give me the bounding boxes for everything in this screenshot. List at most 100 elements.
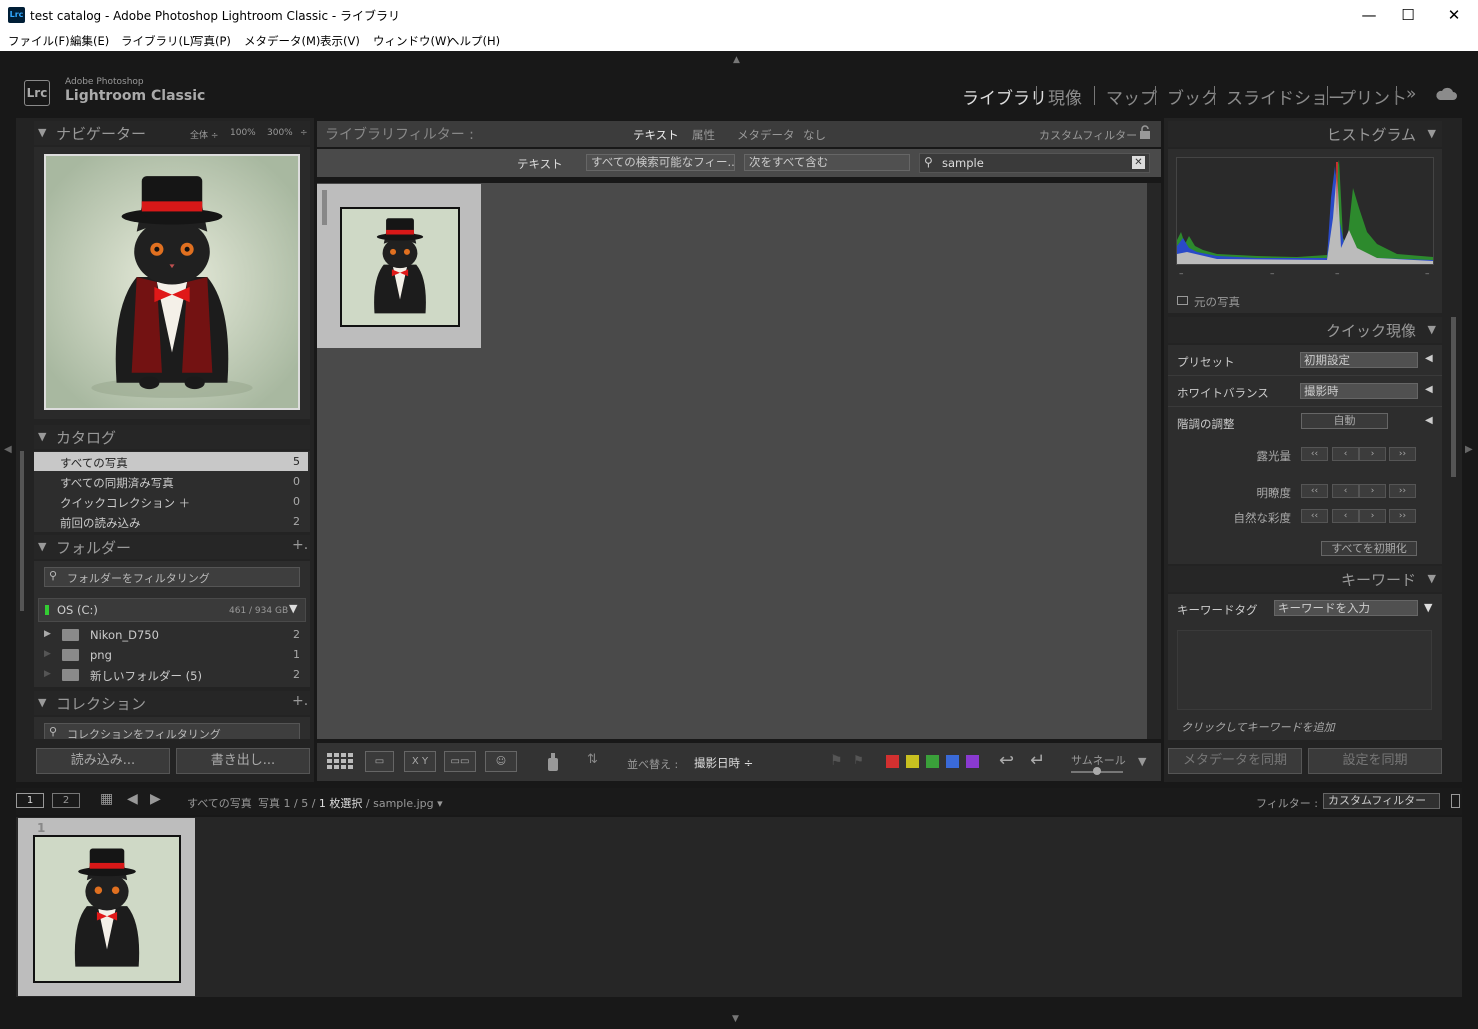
collapse-triangle-icon[interactable]: ▼ xyxy=(38,430,46,443)
import-button[interactable]: 読み込み... xyxy=(36,748,170,774)
zoom-fit[interactable]: 全体 ÷ xyxy=(190,128,218,141)
folder-filter-input[interactable]: ⚲ フォルダーをフィルタリング xyxy=(44,567,300,587)
clarity-decrease-large[interactable]: ‹‹ xyxy=(1301,484,1328,498)
menu-edit[interactable]: 編集(E) xyxy=(70,33,109,49)
color-label-purple[interactable] xyxy=(966,755,979,768)
navigator-header[interactable]: ▼ ナビゲーター 全体 ÷ 100% 300% ÷ xyxy=(34,121,310,145)
add-keyword-hint[interactable]: クリックしてキーワードを追加 xyxy=(1181,719,1335,735)
grid-icon[interactable]: ▦ xyxy=(100,791,113,807)
preset-select[interactable]: 初期設定 xyxy=(1300,352,1418,368)
folder-row[interactable]: ▶ png 1 xyxy=(34,645,308,664)
filmstrip-source[interactable]: すべての写真 xyxy=(187,795,252,811)
folders-header[interactable]: ▼ フォルダー +. xyxy=(34,535,310,559)
survey-view-icon[interactable]: ▭▭ xyxy=(444,751,476,772)
compare-view-icon[interactable]: X Y xyxy=(404,751,436,772)
catalog-header[interactable]: ▼ カタログ xyxy=(34,425,310,449)
zoom-100[interactable]: 100% xyxy=(230,128,256,138)
search-field-select[interactable]: すべての検索可能なフィー... ÷ xyxy=(586,154,735,171)
color-label-blue[interactable] xyxy=(946,755,959,768)
collapse-triangle-icon[interactable]: ▼ xyxy=(1428,127,1436,140)
clarity-decrease[interactable]: ‹ xyxy=(1332,484,1359,498)
vibrance-increase-large[interactable]: ›› xyxy=(1389,509,1416,523)
reject-flag-icon[interactable]: ⚑ xyxy=(853,753,864,767)
collapse-left-arrow-icon[interactable]: ◀ xyxy=(4,444,12,455)
menu-help[interactable]: ヘルプ(H) xyxy=(448,33,500,49)
grid-thumbnail[interactable] xyxy=(340,207,460,327)
toolbar-menu-icon[interactable]: ▼ xyxy=(1138,755,1146,768)
catalog-row[interactable]: クイックコレクション ＋ 0 xyxy=(34,492,308,511)
color-label-green[interactable] xyxy=(926,755,939,768)
back-arrow-icon[interactable]: ◀ xyxy=(127,791,138,807)
text-search-input[interactable]: ⚲ sample ✕ xyxy=(919,153,1150,173)
lock-icon[interactable] xyxy=(1139,125,1151,140)
keywording-header[interactable]: キーワード ▼ xyxy=(1168,566,1442,592)
disclosure-left-icon[interactable]: ◀ xyxy=(1425,415,1433,426)
rotate-left-icon[interactable]: ↩ xyxy=(999,750,1014,771)
export-button[interactable]: 書き出し... xyxy=(176,748,310,774)
wb-select[interactable]: 撮影時 xyxy=(1300,383,1418,399)
keyword-menu-icon[interactable]: ▼ xyxy=(1424,601,1432,614)
search-rule-select[interactable]: 次をすべて含む xyxy=(744,154,910,171)
collapse-triangle-icon[interactable]: ▼ xyxy=(1428,572,1436,585)
add-collection-icon[interactable]: +. xyxy=(292,693,308,709)
grid-cell-selected[interactable] xyxy=(317,184,481,348)
sync-settings-button[interactable]: 設定を同期 xyxy=(1308,748,1442,774)
exposure-increase-large[interactable]: ›› xyxy=(1389,447,1416,461)
filter-tab-metadata[interactable]: メタデータ xyxy=(737,127,795,143)
slider-thumb[interactable] xyxy=(1093,767,1101,775)
people-view-icon[interactable]: ☺ xyxy=(485,751,517,772)
collapse-triangle-icon[interactable]: ▼ xyxy=(38,696,46,709)
folder-row[interactable]: ▶ Nikon_D750 2 xyxy=(34,625,308,644)
expand-arrow-icon[interactable]: ▶ xyxy=(44,649,51,659)
volume-row[interactable]: OS (C:) 461 / 934 GB ▼ xyxy=(38,598,306,622)
clarity-increase-large[interactable]: ›› xyxy=(1389,484,1416,498)
disclosure-left-icon[interactable]: ◀ xyxy=(1425,384,1433,395)
cloud-icon[interactable] xyxy=(1435,86,1457,101)
clarity-increase[interactable]: › xyxy=(1359,484,1386,498)
loupe-view-icon[interactable]: ▭ xyxy=(365,751,394,772)
zoom-300[interactable]: 300% xyxy=(267,128,293,138)
auto-tone-button[interactable]: 自動 xyxy=(1301,413,1388,429)
right-scrollbar[interactable] xyxy=(1451,317,1456,477)
navigator-preview[interactable] xyxy=(34,147,310,419)
module-library[interactable]: ライブラリ xyxy=(962,84,1047,109)
collections-header[interactable]: ▼ コレクション +. xyxy=(34,691,310,715)
menu-library[interactable]: ライブラリ(L) xyxy=(121,33,194,49)
zoom-more[interactable]: ÷ xyxy=(300,128,308,138)
color-label-red[interactable] xyxy=(886,755,899,768)
collapse-right-arrow-icon[interactable]: ▶ xyxy=(1465,444,1473,455)
file-name[interactable]: / sample.jpg ▾ xyxy=(362,797,443,810)
exposure-decrease[interactable]: ‹ xyxy=(1332,447,1359,461)
color-label-yellow[interactable] xyxy=(906,755,919,768)
vibrance-increase[interactable]: › xyxy=(1359,509,1386,523)
expand-arrow-icon[interactable]: ▶ xyxy=(44,669,51,679)
collapse-triangle-icon[interactable]: ▼ xyxy=(38,540,46,553)
exposure-increase[interactable]: › xyxy=(1359,447,1386,461)
expand-arrow-icon[interactable]: ▶ xyxy=(44,629,51,639)
clear-search-icon[interactable]: ✕ xyxy=(1132,156,1145,169)
filter-tab-text[interactable]: テキスト xyxy=(633,127,679,143)
flag-icon[interactable]: ⚑ xyxy=(830,753,843,769)
sync-metadata-button[interactable]: メタデータを同期 xyxy=(1168,748,1302,774)
exposure-decrease-large[interactable]: ‹‹ xyxy=(1301,447,1328,461)
folder-row[interactable]: ▶ 新しいフォルダー (5) 2 xyxy=(34,665,308,684)
keyword-text-area[interactable] xyxy=(1177,630,1432,710)
collapse-bottom-arrow-icon[interactable]: ▼ xyxy=(732,1014,739,1024)
catalog-row[interactable]: すべての同期済み写真 0 xyxy=(34,472,308,491)
filter-tab-attribute[interactable]: 属性 xyxy=(692,127,715,143)
original-photo-checkbox[interactable] xyxy=(1177,296,1188,305)
catalog-row[interactable]: 前回の読み込み 2 xyxy=(34,512,308,531)
screen1-button[interactable]: 1 xyxy=(16,793,44,808)
quick-develop-header[interactable]: クイック現像 ▼ xyxy=(1168,317,1442,343)
module-book[interactable]: ブック xyxy=(1167,84,1218,109)
filter-lock-toggle[interactable] xyxy=(1451,794,1460,808)
custom-filter-select[interactable]: カスタムフィルター ÷ xyxy=(1039,127,1150,143)
sort-select[interactable]: 撮影日時 ÷ xyxy=(694,755,753,771)
screen2-button[interactable]: 2 xyxy=(52,793,80,808)
keyword-tags-select[interactable]: キーワードを入力 xyxy=(1274,600,1418,616)
modules-more-icon[interactable]: » xyxy=(1406,84,1416,104)
collapse-top-arrow-icon[interactable]: ▲ xyxy=(733,55,740,65)
collapse-triangle-icon[interactable]: ▼ xyxy=(1428,323,1436,336)
menu-window[interactable]: ウィンドウ(W) xyxy=(373,33,451,49)
filmstrip-thumbnail[interactable] xyxy=(33,835,181,983)
